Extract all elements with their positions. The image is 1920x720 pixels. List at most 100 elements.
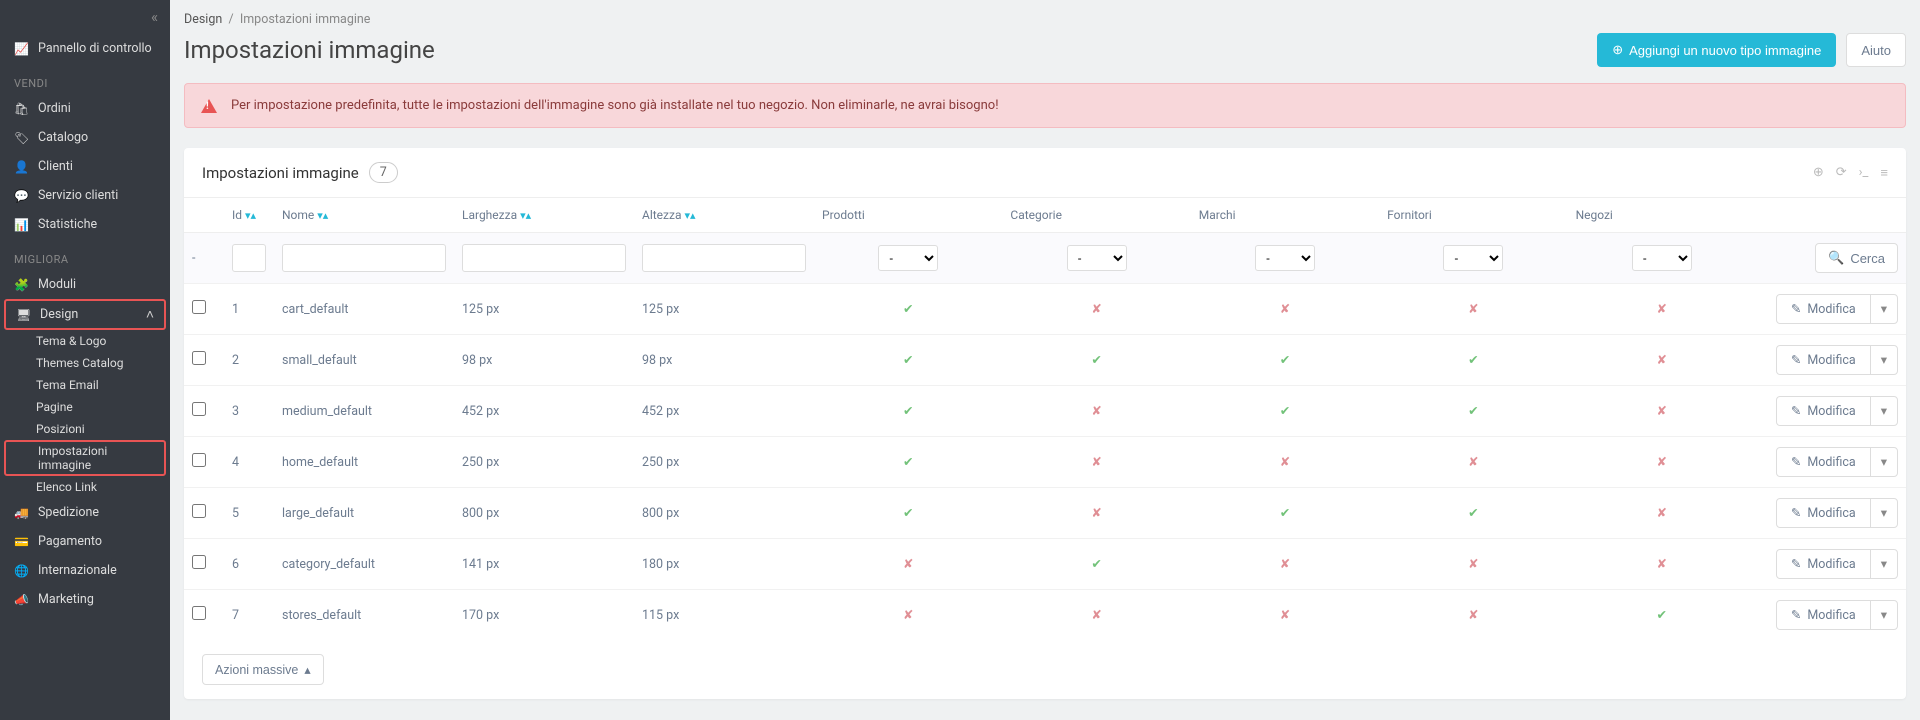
edit-button[interactable]: ✎ Modifica <box>1777 397 1870 425</box>
filter-products-select[interactable]: - <box>878 245 938 271</box>
check-icon[interactable]: ✔ <box>1091 353 1101 368</box>
check-icon[interactable]: ✔ <box>1468 404 1478 419</box>
sidebar-item-modules[interactable]: 🧩Moduli <box>0 270 170 299</box>
th-stores[interactable]: Negozi <box>1568 198 1756 233</box>
sidebar-item-customers[interactable]: 👤Clienti <box>0 152 170 181</box>
bulk-actions-button[interactable]: Azioni massive ▴ <box>202 654 324 685</box>
th-height[interactable]: Altezza ▾▴ <box>634 198 814 233</box>
th-id[interactable]: Id ▾▴ <box>224 198 274 233</box>
cross-icon[interactable]: ✘ <box>903 608 913 623</box>
cross-icon[interactable]: ✘ <box>1468 455 1478 470</box>
cross-icon[interactable]: ✘ <box>1280 608 1290 623</box>
sidebar-item-catalog[interactable]: 🏷Catalogo <box>0 123 170 152</box>
row-actions-dropdown[interactable]: ▾ <box>1870 397 1897 425</box>
th-products[interactable]: Prodotti <box>814 198 1002 233</box>
cross-icon[interactable]: ✘ <box>1280 302 1290 317</box>
table-row[interactable]: 2small_default98 px98 px✔✔✔✔✘✎ Modifica▾ <box>184 335 1906 386</box>
cross-icon[interactable]: ✘ <box>1091 455 1101 470</box>
check-icon[interactable]: ✔ <box>903 506 913 521</box>
cross-icon[interactable]: ✘ <box>1657 353 1667 368</box>
refresh-icon[interactable]: ⟳ <box>1836 165 1847 181</box>
cross-icon[interactable]: ✘ <box>1091 302 1101 317</box>
check-icon[interactable]: ✔ <box>903 404 913 419</box>
row-checkbox[interactable] <box>192 402 206 416</box>
edit-button[interactable]: ✎ Modifica <box>1777 499 1870 527</box>
filter-categories-select[interactable]: - <box>1067 245 1127 271</box>
add-icon[interactable]: ⊕ <box>1813 165 1824 181</box>
table-row[interactable]: 4home_default250 px250 px✔✘✘✘✘✎ Modifica… <box>184 437 1906 488</box>
check-icon[interactable]: ✔ <box>1468 353 1478 368</box>
table-row[interactable]: 6category_default141 px180 px✘✔✘✘✘✎ Modi… <box>184 539 1906 590</box>
row-checkbox[interactable] <box>192 453 206 467</box>
filter-brands-select[interactable]: - <box>1255 245 1315 271</box>
cross-icon[interactable]: ✘ <box>1657 506 1667 521</box>
table-row[interactable]: 7stores_default170 px115 px✘✘✘✘✔✎ Modifi… <box>184 590 1906 641</box>
filter-name-input[interactable] <box>282 244 446 272</box>
cross-icon[interactable]: ✘ <box>1657 455 1667 470</box>
cross-icon[interactable]: ✘ <box>1091 506 1101 521</box>
row-checkbox[interactable] <box>192 606 206 620</box>
cross-icon[interactable]: ✘ <box>1657 557 1667 572</box>
table-row[interactable]: 1cart_default125 px125 px✔✘✘✘✘✎ Modifica… <box>184 284 1906 335</box>
check-icon[interactable]: ✔ <box>1280 506 1290 521</box>
cross-icon[interactable]: ✘ <box>1091 608 1101 623</box>
cross-icon[interactable]: ✘ <box>903 557 913 572</box>
row-actions-dropdown[interactable]: ▾ <box>1870 601 1897 629</box>
cross-icon[interactable]: ✘ <box>1657 302 1667 317</box>
edit-button[interactable]: ✎ Modifica <box>1777 550 1870 578</box>
sidebar-sub-theme-logo[interactable]: Tema & Logo <box>0 330 170 352</box>
th-brands[interactable]: Marchi <box>1191 198 1379 233</box>
edit-button[interactable]: ✎ Modifica <box>1777 295 1870 323</box>
cross-icon[interactable]: ✘ <box>1468 608 1478 623</box>
row-actions-dropdown[interactable]: ▾ <box>1870 550 1897 578</box>
row-checkbox[interactable] <box>192 300 206 314</box>
search-button[interactable]: 🔍 Cerca <box>1815 243 1898 273</box>
check-icon[interactable]: ✔ <box>1280 404 1290 419</box>
check-icon[interactable]: ✔ <box>903 302 913 317</box>
sidebar-sub-link-list[interactable]: Elenco Link <box>0 476 170 498</box>
cross-icon[interactable]: ✘ <box>1091 404 1101 419</box>
row-actions-dropdown[interactable]: ▾ <box>1870 499 1897 527</box>
check-icon[interactable]: ✔ <box>903 455 913 470</box>
sidebar-sub-image-settings[interactable]: Impostazioni immagine <box>4 440 166 476</box>
sidebar-item-dashboard[interactable]: 📈 Pannello di controllo <box>0 34 170 63</box>
add-image-type-button[interactable]: ⊕ Aggiungi un nuovo tipo immagine <box>1597 33 1836 67</box>
sidebar-item-payment[interactable]: 💳Pagamento <box>0 527 170 556</box>
sidebar-item-stats[interactable]: 📊Statistiche <box>0 210 170 239</box>
th-categories[interactable]: Categorie <box>1002 198 1190 233</box>
table-row[interactable]: 5large_default800 px800 px✔✘✔✔✘✎ Modific… <box>184 488 1906 539</box>
th-width[interactable]: Larghezza ▾▴ <box>454 198 634 233</box>
row-checkbox[interactable] <box>192 555 206 569</box>
check-icon[interactable]: ✔ <box>1091 557 1101 572</box>
edit-button[interactable]: ✎ Modifica <box>1777 346 1870 374</box>
row-checkbox[interactable] <box>192 351 206 365</box>
cross-icon[interactable]: ✘ <box>1280 455 1290 470</box>
sidebar-item-customer-service[interactable]: 💬Servizio clienti <box>0 181 170 210</box>
row-checkbox[interactable] <box>192 504 206 518</box>
cross-icon[interactable]: ✘ <box>1468 557 1478 572</box>
row-actions-dropdown[interactable]: ▾ <box>1870 295 1897 323</box>
check-icon[interactable]: ✔ <box>903 353 913 368</box>
sidebar-item-international[interactable]: 🌐Internazionale <box>0 556 170 585</box>
cross-icon[interactable]: ✘ <box>1468 302 1478 317</box>
sidebar-item-marketing[interactable]: 📣Marketing <box>0 585 170 614</box>
edit-button[interactable]: ✎ Modifica <box>1777 601 1870 629</box>
check-icon[interactable]: ✔ <box>1280 353 1290 368</box>
check-icon[interactable]: ✔ <box>1657 608 1667 623</box>
sidebar-sub-positions[interactable]: Posizioni <box>0 418 170 440</box>
filter-width-input[interactable] <box>462 244 626 272</box>
help-button[interactable]: Aiuto <box>1846 33 1906 67</box>
breadcrumb-root[interactable]: Design <box>184 12 222 27</box>
export-icon[interactable]: ≡ <box>1880 165 1888 181</box>
filter-height-input[interactable] <box>642 244 806 272</box>
edit-button[interactable]: ✎ Modifica <box>1777 448 1870 476</box>
sidebar-sub-pages[interactable]: Pagine <box>0 396 170 418</box>
sidebar-item-orders[interactable]: 🛍Ordini <box>0 94 170 123</box>
sidebar-item-shipping[interactable]: 🚚Spedizione <box>0 498 170 527</box>
sql-icon[interactable]: ›_ <box>1859 165 1869 181</box>
filter-stores-select[interactable]: - <box>1632 245 1692 271</box>
table-row[interactable]: 3medium_default452 px452 px✔✘✔✔✘✎ Modifi… <box>184 386 1906 437</box>
th-name[interactable]: Nome ▾▴ <box>274 198 454 233</box>
filter-id-input[interactable] <box>232 244 266 272</box>
th-suppliers[interactable]: Fornitori <box>1379 198 1567 233</box>
